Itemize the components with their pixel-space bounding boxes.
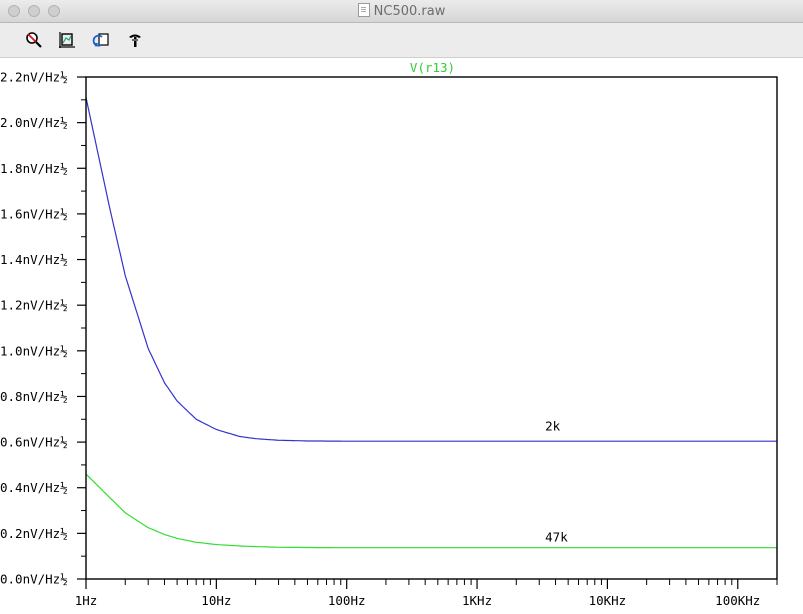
y-tick-label: 2.0nV/Hz½ [0,115,68,130]
waveform-chart[interactable]: V(r13) 2.2nV/Hz½ 2.0nV/Hz½ 1.8nV/Hz½ 1.6nV/… [0,58,803,610]
y-tick-label: 0.4nV/Hz½ [0,480,68,495]
x-tick-label: 1KHz [462,593,492,608]
series-47k-line[interactable] [85,473,777,549]
undo-zoom-icon [92,33,109,47]
plot-area[interactable]: V(r13) 2.2nV/Hz½ 2.0nV/Hz½ 1.8nV/Hz½ 1.6nV/… [0,58,803,614]
series-label: 2k [545,419,561,434]
autorange-icon [59,32,75,48]
document-icon [357,3,370,17]
series-label: 47k [545,529,568,544]
x-tick-label: 100KHz [715,593,760,608]
x-tick-label: 10KHz [589,593,627,608]
y-tick-label: 1.6nV/Hz½ [0,206,68,221]
y-tick-label: 1.4nV/Hz½ [0,252,68,267]
probe-tool-button[interactable] [125,30,145,50]
y-tick-label: 2.2nV/Hz½ [0,70,68,85]
series-labels: 2k 47k [545,419,568,545]
x-tick-label: 100Hz [328,593,366,608]
toolbar [0,23,803,58]
window-title-wrap: NC500.raw [0,3,803,19]
trace-title[interactable]: V(r13) [410,60,455,75]
x-tick-label: 1Hz [75,593,98,608]
y-tick-label: 0.2nV/Hz½ [0,526,68,541]
x-axis-ticks: 1Hz 10Hz 100Hz 1KHz 10KHz 100KHz [75,579,778,608]
series-2k-line[interactable] [85,97,777,442]
window-title: NC500.raw [373,4,446,19]
y-tick-label: 0.8nV/Hz½ [0,389,68,404]
undo-zoom-tool-button[interactable] [91,30,111,50]
x-tick-label: 10Hz [201,593,231,608]
y-tick-label: 0.0nV/Hz½ [0,572,68,587]
y-tick-label: 0.6nV/Hz½ [0,435,68,450]
y-tick-label: 1.2nV/Hz½ [0,298,68,313]
y-tick-label: 1.8nV/Hz½ [0,161,68,176]
plot-frame [85,76,778,580]
zoom-icon [26,32,42,48]
zoom-tool-button[interactable] [24,30,44,50]
probe-icon [129,34,141,47]
y-tick-label: 1.0nV/Hz½ [0,343,68,358]
y-axis-ticks: 2.2nV/Hz½ 2.0nV/Hz½ 1.8nV/Hz½ 1.6nV/Hz½ 1.4n… [0,70,86,587]
title-bar: NC500.raw [0,0,803,23]
autorange-tool-button[interactable] [57,30,77,50]
series-group [85,97,777,549]
